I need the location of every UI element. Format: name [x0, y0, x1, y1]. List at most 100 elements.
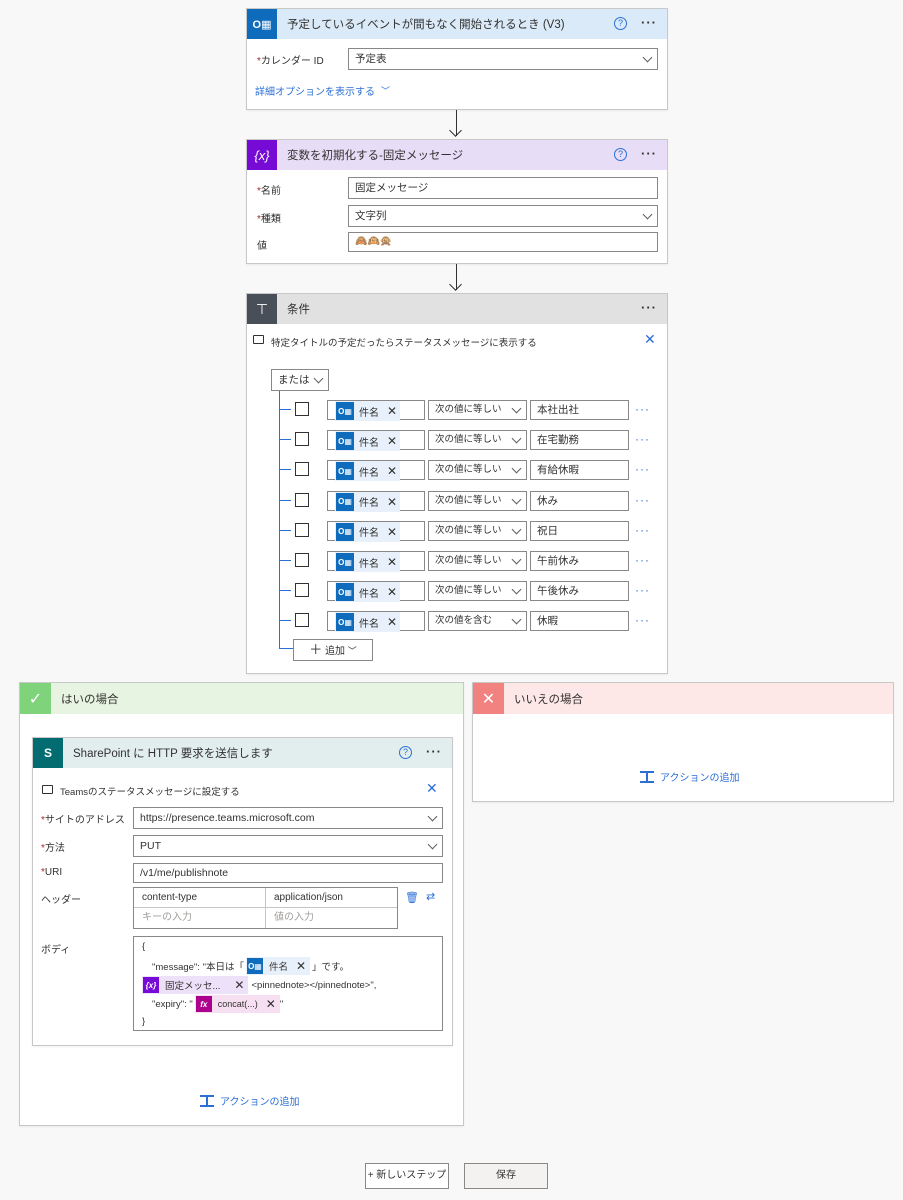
help-icon[interactable]: ? [399, 746, 412, 759]
remove-token-icon[interactable]: ✕ [296, 959, 306, 973]
sharepoint-header[interactable]: S SharePoint に HTTP 要求を送信します ? ··· [33, 738, 452, 768]
row-more-icon[interactable]: ··· [635, 493, 650, 507]
variable-type-dropdown[interactable]: 文字列 [348, 205, 658, 227]
outlook-icon: O▦ [336, 402, 354, 420]
row-checkbox[interactable] [295, 432, 309, 447]
operator-dropdown[interactable]: 次の値に等しい [428, 581, 527, 602]
remove-token-icon[interactable]: ✕ [387, 615, 397, 629]
trigger-card[interactable]: O▦ 予定しているイベントが間もなく開始されるとき (V3) ? ··· *カレ… [246, 8, 668, 110]
operator-dropdown[interactable]: 次の値に等しい [428, 430, 527, 451]
remove-token-icon[interactable]: ✕ [387, 555, 397, 569]
remove-token-icon[interactable]: ✕ [266, 997, 276, 1011]
compare-value-input[interactable]: 休暇 [530, 611, 629, 632]
header-value-placeholder[interactable]: 値の入力 [266, 908, 397, 928]
operator-dropdown[interactable]: 次の値を含む [428, 611, 527, 632]
no-branch-header[interactable]: ✕ いいえの場合 [473, 683, 893, 714]
row-more-icon[interactable]: ··· [635, 613, 650, 627]
remove-token-icon[interactable]: ✕ [387, 404, 397, 418]
subject-token[interactable]: O▦ 件名 ✕ [335, 582, 401, 603]
subject-token[interactable]: O▦ 件名 ✕ [335, 612, 401, 633]
subject-token[interactable]: O▦ 件名 ✕ [335, 431, 401, 452]
row-checkbox[interactable] [295, 553, 309, 567]
more-options-icon[interactable]: ··· [426, 744, 442, 759]
help-icon[interactable]: ? [614, 148, 627, 161]
body-editor[interactable]: { "message": "本日は「 O▦ 件名 ✕ 」です。 {x} 固定メッ… [133, 936, 443, 1031]
row-more-icon[interactable]: ··· [635, 462, 650, 476]
yes-branch-card[interactable]: ✓ はいの場合 S SharePoint に HTTP 要求を送信します ? ·… [19, 682, 464, 1126]
sharepoint-card[interactable]: S SharePoint に HTTP 要求を送信します ? ··· Teams… [32, 737, 453, 1046]
comment-icon [42, 785, 53, 794]
row-more-icon[interactable]: ··· [635, 583, 650, 597]
compare-value-input[interactable]: 本社出社 [530, 400, 629, 420]
remove-token-icon[interactable]: ✕ [234, 978, 244, 992]
close-icon[interactable]: ✕ [644, 331, 656, 348]
row-more-icon[interactable]: ··· [635, 432, 650, 446]
header-key-placeholder[interactable]: キーの入力 [134, 908, 266, 928]
expression-token[interactable]: fx concat(...) ✕ [194, 995, 280, 1013]
site-address-dropdown[interactable]: https://presence.teams.microsoft.com [133, 807, 443, 829]
header-value-input[interactable]: application/json [266, 888, 397, 908]
remove-token-icon[interactable]: ✕ [387, 464, 397, 478]
row-more-icon[interactable]: ··· [635, 553, 650, 567]
operator-dropdown[interactable]: 次の値に等しい [428, 490, 527, 511]
close-icon[interactable]: ✕ [426, 780, 438, 797]
subject-token[interactable]: O▦ 件名 ✕ [335, 401, 401, 421]
help-icon[interactable]: ? [614, 17, 627, 30]
chevron-down-icon [427, 839, 438, 850]
subject-token[interactable]: O▦ 件名 ✕ [335, 491, 401, 512]
yes-add-action-link[interactable]: アクションの追加 [200, 1093, 300, 1108]
condition-header[interactable]: ⊤ 条件 ··· [247, 294, 667, 324]
variable-value-input[interactable]: 🙈🙉🙊 [348, 232, 658, 252]
row-checkbox[interactable] [295, 613, 309, 628]
compare-value-input[interactable]: 午後休み [530, 581, 629, 602]
calendar-id-dropdown[interactable]: 予定表 [348, 48, 658, 70]
calendar-id-label: *カレンダー ID [257, 56, 324, 67]
header-key-input[interactable]: content-type [134, 888, 266, 908]
init-variable-card[interactable]: {x} 変数を初期化する-固定メッセージ ? ··· *名前 固定メッセージ *… [246, 139, 668, 264]
uri-input[interactable]: /v1/me/publishnote [133, 863, 443, 883]
add-condition-button[interactable]: ＋ 追加 ﹀ [293, 639, 373, 661]
row-more-icon[interactable]: ··· [635, 402, 650, 416]
compare-value-input[interactable]: 午前休み [530, 551, 629, 571]
operator-dropdown[interactable]: 次の値に等しい [428, 400, 527, 420]
row-checkbox[interactable] [295, 492, 309, 507]
show-advanced-options-link[interactable]: 詳細オプションを表示する ﹀ [255, 83, 390, 98]
no-branch-card[interactable]: ✕ いいえの場合 アクションの追加 [472, 682, 894, 802]
compare-value-input[interactable]: 休み [530, 490, 629, 511]
row-checkbox[interactable] [295, 462, 309, 477]
row-more-icon[interactable]: ··· [635, 523, 650, 537]
yes-branch-header[interactable]: ✓ はいの場合 [20, 683, 463, 714]
variable-name-input[interactable]: 固定メッセージ [348, 177, 658, 199]
remove-token-icon[interactable]: ✕ [387, 495, 397, 509]
switch-to-text-icon[interactable]: ⇄ [426, 890, 435, 903]
subject-token[interactable]: O▦ 件名 ✕ [335, 521, 401, 542]
operator-dropdown[interactable]: 次の値に等しい [428, 551, 527, 571]
new-step-button[interactable]: + 新しいステップ [365, 1163, 449, 1189]
row-checkbox[interactable] [295, 583, 309, 598]
remove-token-icon[interactable]: ✕ [387, 525, 397, 539]
variable-token[interactable]: {x} 固定メッセ... ✕ [142, 976, 249, 994]
operator-dropdown[interactable]: 次の値に等しい [428, 460, 527, 481]
row-checkbox[interactable] [295, 522, 309, 537]
subject-token[interactable]: O▦ 件名 ✕ [335, 461, 401, 482]
remove-token-icon[interactable]: ✕ [387, 434, 397, 448]
delete-icon[interactable]: 🗑 [405, 891, 419, 904]
save-button[interactable]: 保存 [464, 1163, 548, 1189]
subject-token[interactable]: O▦ 件名 ✕ [245, 957, 311, 975]
subject-token[interactable]: O▦ 件名 ✕ [335, 552, 401, 572]
no-add-action-link[interactable]: アクションの追加 [640, 769, 740, 784]
compare-value-input[interactable]: 在宅勤務 [530, 430, 629, 451]
condition-card[interactable]: ⊤ 条件 ··· 特定タイトルの予定だったらステータスメッセージに表示する ✕ … [246, 293, 668, 674]
compare-value-input[interactable]: 祝日 [530, 520, 629, 541]
more-options-icon[interactable]: ··· [641, 300, 657, 315]
group-operator-dropdown[interactable]: または [271, 369, 329, 391]
init-variable-header[interactable]: {x} 変数を初期化する-固定メッセージ ? ··· [247, 140, 667, 170]
method-dropdown[interactable]: PUT [133, 835, 443, 857]
more-options-icon[interactable]: ··· [641, 146, 657, 161]
more-options-icon[interactable]: ··· [641, 15, 657, 30]
remove-token-icon[interactable]: ✕ [387, 585, 397, 599]
trigger-header[interactable]: O▦ 予定しているイベントが間もなく開始されるとき (V3) ? ··· [247, 9, 667, 39]
row-checkbox[interactable] [295, 402, 309, 416]
operator-dropdown[interactable]: 次の値に等しい [428, 520, 527, 541]
compare-value-input[interactable]: 有給休暇 [530, 460, 629, 481]
